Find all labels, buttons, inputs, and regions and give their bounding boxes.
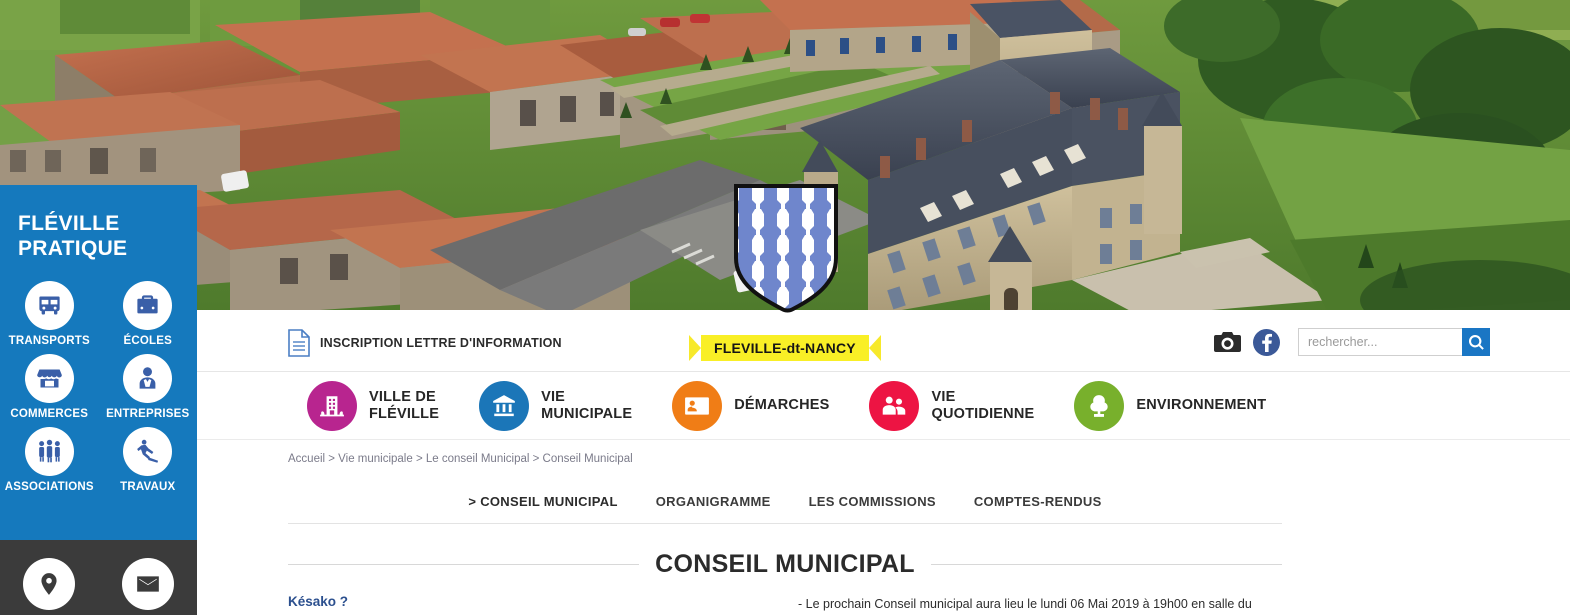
document-icon [288, 329, 310, 357]
facebook-icon[interactable] [1253, 328, 1280, 356]
camera-icon[interactable] [1214, 331, 1241, 353]
sidebar-title-line2: PRATIQUE [18, 237, 128, 260]
subnav-item-organigramme[interactable]: ORGANIGRAMME [656, 494, 771, 509]
page-title-row: CONSEIL MUNICIPAL [288, 550, 1282, 579]
sidebar-item-label: COMMERCES [10, 408, 89, 420]
sidebar-fleville-pratique: FLÉVILLE PRATIQUE TRANSPORTS ÉCOLES COMM… [0, 185, 197, 540]
sidebar-item-commerces[interactable]: COMMERCES [0, 354, 99, 420]
sidebar-item-label: ÉCOLES [123, 335, 172, 347]
building-icon [307, 380, 357, 431]
city-ribbon-label: FLEVILLE-dt-NANCY [701, 335, 869, 361]
subnav-item-les-commissions[interactable]: LES COMMISSIONS [809, 494, 936, 509]
sidebar-item-label: TRANSPORTS [8, 335, 90, 347]
search-icon [1468, 334, 1484, 350]
newsletter-link[interactable]: INSCRIPTION LETTRE D'INFORMATION [288, 329, 562, 357]
search-box [1298, 328, 1490, 356]
sidebar-item-transports[interactable]: TRANSPORTS [0, 281, 99, 347]
breadcrumb[interactable]: Accueil > Vie municipale > Le conseil Mu… [288, 453, 633, 465]
sidebar-item-entreprises[interactable]: ENTREPRISES [99, 354, 198, 420]
nav-item-label: ENVIRONNEMENT [1136, 397, 1267, 413]
nav-item-label: DÉMARCHES [734, 397, 830, 413]
sidebar-action-location[interactable] [23, 558, 76, 610]
sidebar-shortcut-grid: TRANSPORTS ÉCOLES COMMERCES ENTREPRISES [0, 281, 197, 493]
title-rule-right [930, 564, 1282, 565]
tree-icon [1074, 380, 1125, 431]
sidebar-contact-block [0, 540, 197, 615]
title-rule-left [288, 564, 640, 565]
ribbon-tail-right [868, 335, 881, 361]
businessman-icon [123, 354, 173, 403]
utility-actions [1214, 328, 1490, 356]
id-card-icon [672, 380, 723, 431]
search-button[interactable] [1462, 328, 1490, 356]
roadworks-icon [123, 427, 173, 476]
map-pin-icon [41, 573, 57, 595]
sidebar-action-contact[interactable] [121, 558, 174, 610]
main-navigation: VILLE DE FLÉVILLE VIE MUNICIPALE DÉMARCH… [197, 372, 1570, 440]
shop-icon [24, 354, 74, 403]
subnav-item-comptes-rendus[interactable]: COMPTES-RENDUS [974, 494, 1102, 509]
nav-item-ville-de-fleville[interactable]: VILLE DE FLÉVILLE [307, 380, 440, 431]
next-council-paragraph: - Le prochain Conseil municipal aura lie… [798, 597, 1252, 611]
nav-item-demarches[interactable]: DÉMARCHES [672, 380, 830, 431]
subnav-item-conseil-municipal[interactable]: > CONSEIL MUNICIPAL [468, 494, 617, 509]
ribbon-tail-left [689, 335, 701, 361]
nav-item-vie-municipale[interactable]: VIE MUNICIPALE [479, 380, 633, 431]
sidebar-item-label: TRAVAUX [120, 481, 176, 493]
search-input[interactable] [1298, 328, 1462, 356]
nav-item-label: VIE QUOTIDIENNE [931, 388, 1035, 422]
page-root: FLÉVILLE PRATIQUE TRANSPORTS ÉCOLES COMM… [0, 0, 1570, 615]
nav-item-label: VIE MUNICIPALE [541, 388, 633, 422]
nav-item-vie-quotidienne[interactable]: VIE QUOTIDIENNE [869, 380, 1035, 431]
kesako-heading: Késako ? [288, 594, 349, 609]
sidebar-item-label: ASSOCIATIONS [4, 481, 94, 493]
sidebar-item-travaux[interactable]: TRAVAUX [99, 427, 198, 493]
nav-item-label: VILLE DE FLÉVILLE [369, 388, 440, 422]
sidebar-item-label: ENTREPRISES [106, 408, 190, 420]
family-icon [869, 380, 920, 431]
utility-bar: INSCRIPTION LETTRE D'INFORMATION FLEVILL… [197, 316, 1570, 372]
envelope-icon [136, 576, 159, 592]
page-title: CONSEIL MUNICIPAL [655, 550, 915, 578]
newsletter-label: INSCRIPTION LETTRE D'INFORMATION [320, 336, 562, 350]
coat-of-arms [733, 183, 839, 315]
bank-icon [479, 380, 530, 431]
bus-icon [24, 281, 74, 330]
sidebar-title-line1: FLÉVILLE [18, 212, 120, 235]
sidebar-item-associations[interactable]: ASSOCIATIONS [0, 427, 99, 493]
nav-item-environnement[interactable]: ENVIRONNEMENT [1074, 380, 1267, 431]
city-ribbon: FLEVILLE-dt-NANCY [689, 335, 881, 361]
briefcase-icon [123, 281, 173, 330]
sidebar-item-ecoles[interactable]: ÉCOLES [99, 281, 198, 347]
sidebar-title: FLÉVILLE PRATIQUE [0, 185, 197, 261]
sub-navigation: > CONSEIL MUNICIPAL ORGANIGRAMME LES COM… [288, 480, 1282, 524]
people-icon [24, 427, 74, 476]
